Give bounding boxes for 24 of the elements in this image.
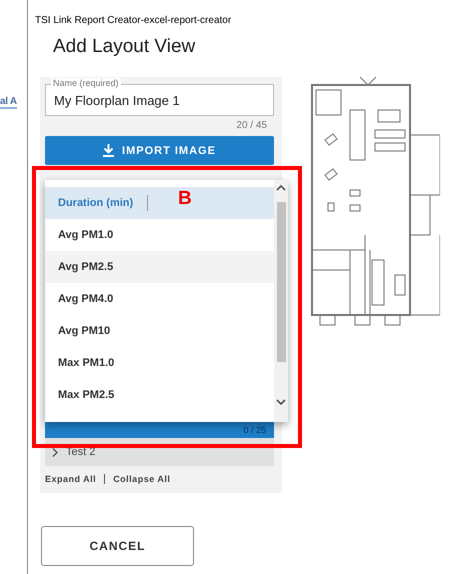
import-image-button[interactable]: IMPORT IMAGE (45, 136, 274, 165)
tree-link[interactable]: Collapse All (113, 474, 170, 484)
chevron-icon (52, 448, 58, 456)
scroll-up-icon[interactable] (276, 184, 286, 191)
character-counter: 20 / 45 (236, 120, 267, 131)
name-field[interactable]: Name (required) My Floorplan Image 1 (45, 77, 274, 116)
text-cursor (147, 195, 148, 211)
dropdown-option[interactable]: Avg PM1.0 (45, 219, 274, 251)
dialog-title: Add Layout View (53, 36, 196, 58)
link-text[interactable]: al A (0, 96, 17, 109)
scrollbar-thumb[interactable] (277, 202, 286, 362)
character-counter: 0 / 25 (243, 425, 266, 435)
tree-link[interactable]: Expand All (45, 474, 96, 484)
annotation-label: B (178, 188, 192, 210)
dropdown-option[interactable]: Avg PM4.0 (45, 283, 274, 315)
cancel-button[interactable]: CANCEL (41, 526, 194, 566)
dropdown-option[interactable]: Avg PM2.5 (45, 251, 274, 283)
scroll-down-icon[interactable] (276, 399, 286, 406)
dropdown-option[interactable]: Avg PM10 (45, 315, 274, 347)
download-icon (103, 144, 114, 157)
window-title: TSI Link Report Creator-excel-report-creator (35, 15, 232, 26)
scrollbar[interactable] (274, 180, 288, 422)
dropdown-option[interactable]: Max PM2.5 (45, 379, 274, 411)
dropdown-option[interactable]: Max PM1.0 (45, 347, 274, 379)
